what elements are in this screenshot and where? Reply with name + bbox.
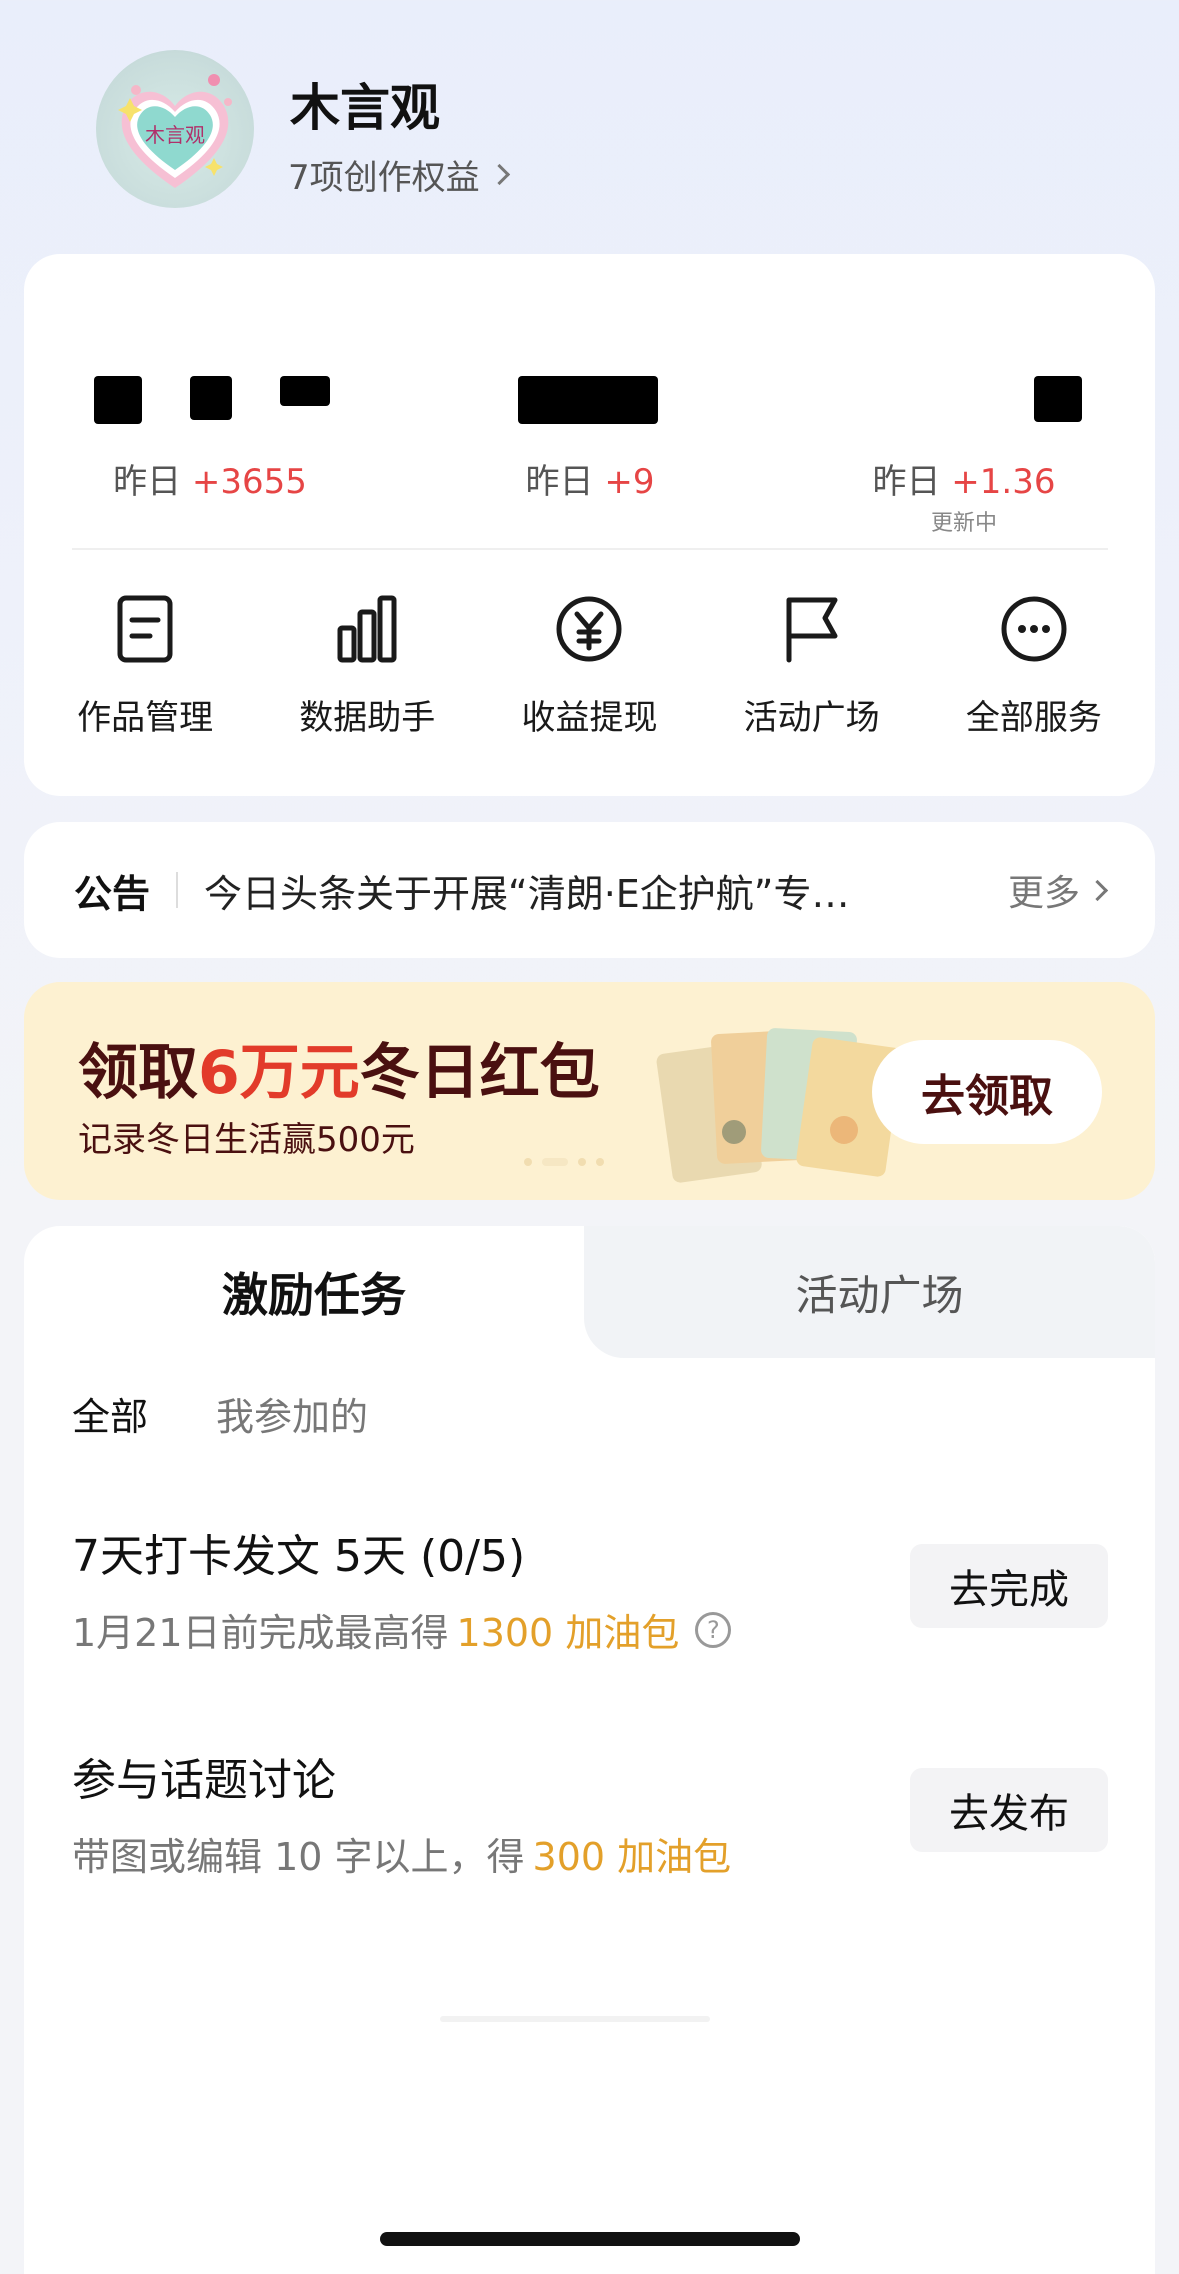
benefits-label: 7项创作权益 [288,158,480,198]
carousel-dot [524,1158,532,1166]
heart-avatar-icon: 木言观 [118,74,232,188]
filter-all[interactable]: 全部 [72,1386,148,1441]
data-assistant-button[interactable]: 数据助手 [262,590,472,739]
banner-subtitle: 记录冬日生活赢500元 [78,1120,415,1160]
tab-activity-plaza[interactable]: 活动广场 [604,1226,1155,1358]
tool-label: 活动广场 [743,698,880,738]
announcement-separator [176,872,179,908]
works-management-button[interactable]: 作品管理 [40,590,250,739]
stat-3-yesterday: 昨日 +1.36 [872,462,1056,502]
flag-icon [786,597,838,663]
task-2-desc: 带图或编辑 10 字以上，得 300 加油包 [72,1826,731,1881]
chevron-right-icon [488,163,510,186]
task-1-complete-button[interactable]: 去完成 [910,1544,1108,1628]
more-icon [1001,596,1067,662]
chevron-right-icon [1086,879,1109,901]
task-2-title: 参与话题讨论 [72,1755,336,1806]
tool-label: 数据助手 [299,698,436,738]
announcement-title: 公告 [74,871,151,916]
document-icon [117,595,173,663]
filter-joined[interactable]: 我参加的 [216,1386,368,1441]
carousel-dots [524,1158,604,1166]
tool-label: 收益提现 [521,698,658,738]
user-name: 木言观 [290,79,440,137]
announcement-more-link[interactable]: 更多 [1008,864,1109,916]
tasks-panel: 激励任务 活动广场 全部 我参加的 7天打卡发文 5天 (0/5) 1月21日前… [24,1226,1155,2274]
activity-plaza-button[interactable]: 活动广场 [707,590,917,739]
task-2-reward: 300 加油包 [532,1835,732,1879]
tool-label: 全部服务 [965,698,1102,738]
yen-icon [556,596,622,662]
task-1-reward: 1300 加油包 [456,1611,680,1655]
tool-label: 作品管理 [77,698,214,738]
announcement-bar[interactable]: 公告 今日头条关于开展“清朗·E企护航”专… 更多 [24,822,1155,958]
tool-shortcuts: 作品管理 数据助手 收益提现 活动广场 全部服务 [24,590,1155,739]
redacted-stat-3 [1034,376,1082,422]
stats-divider [72,548,1108,550]
claim-button[interactable]: 去领取 [872,1040,1102,1144]
winter-redpacket-banner[interactable]: 领取6万元冬日红包 记录冬日生活赢500元 去领取 [24,982,1155,1200]
banner-title: 领取6万元冬日红包 [78,1038,600,1108]
announcement-text[interactable]: 今日头条关于开展“清朗·E企护航”专… [204,863,984,918]
redacted-stat-2 [518,376,658,424]
carousel-dot [578,1158,586,1166]
all-services-button[interactable]: 全部服务 [929,590,1139,739]
svg-text:木言观: 木言观 [145,123,205,147]
tab-incentive-tasks[interactable]: 激励任务 [24,1226,604,1358]
stat-3-updating: 更新中 [930,511,997,536]
stat-1-yesterday: 昨日 +3655 [113,462,307,502]
home-indicator[interactable] [380,2232,800,2246]
bar-chart-icon [337,595,397,663]
earnings-withdraw-button[interactable]: 收益提现 [484,590,694,739]
task-1-desc: 1月21日前完成最高得 1300 加油包 ? [72,1602,732,1657]
redacted-stat-1b [190,376,232,420]
task-2-publish-button[interactable]: 去发布 [910,1768,1108,1852]
carousel-dot [596,1158,604,1166]
carousel-dot-active [542,1158,568,1166]
redacted-stat-1a [94,376,142,424]
task-1-title: 7天打卡发文 5天 (0/5) [72,1531,526,1582]
stat-2-yesterday: 昨日 +9 [525,462,655,502]
avatar[interactable]: 木言观 [96,50,254,208]
loading-placeholder [440,2016,710,2022]
creator-benefits-link[interactable]: 7项创作权益 [288,150,510,199]
redacted-stat-1c [280,376,330,406]
help-icon[interactable]: ? [695,1611,732,1648]
